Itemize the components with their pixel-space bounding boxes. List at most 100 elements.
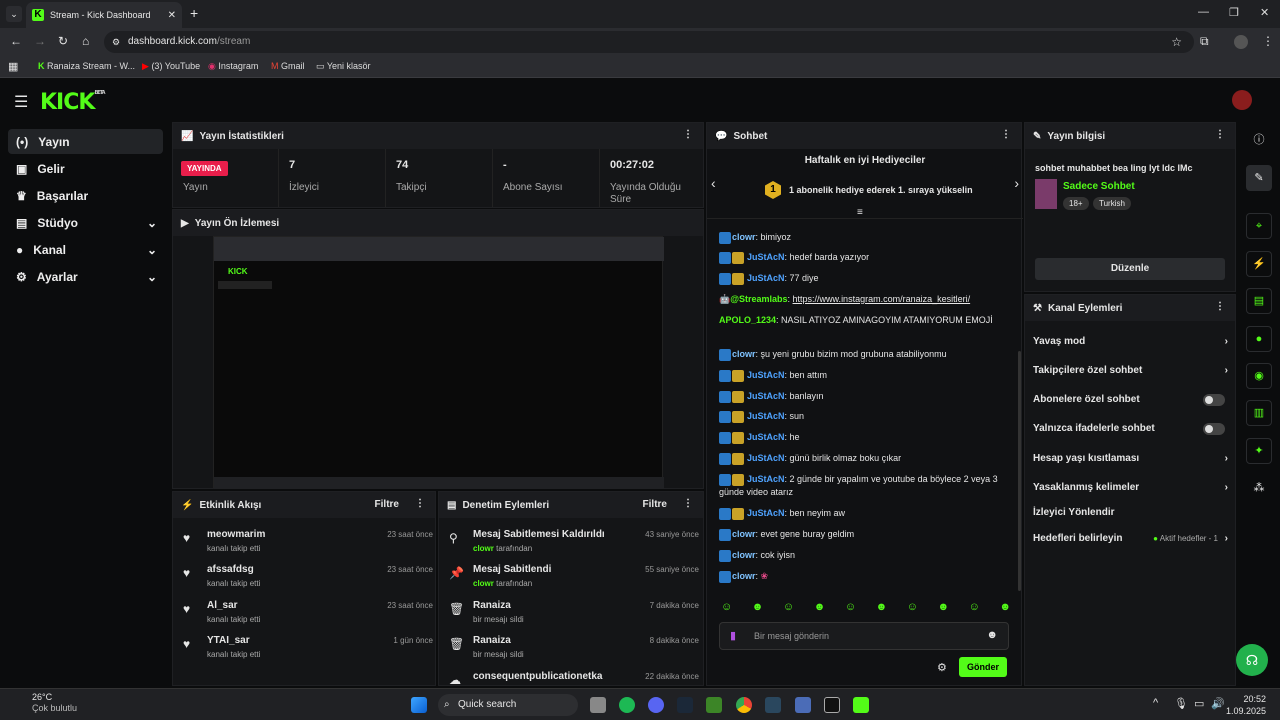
kick-logo[interactable]: KICKBETA [40,90,106,115]
hamburger-menu-icon[interactable]: ☰ [14,92,28,112]
app-icon[interactable] [795,697,811,713]
microphone-icon[interactable]: ▮ [730,629,736,642]
category-name[interactable]: Sadece Sohbet [1063,181,1135,192]
send-button[interactable]: Gönder [959,657,1008,677]
subscribers-only-toggle[interactable] [1203,394,1225,406]
file-explorer-icon[interactable] [590,697,606,713]
target-icon[interactable]: ⌖ [1246,213,1272,239]
emoji-picker-icon[interactable]: ☻ [986,629,998,641]
info-icon[interactable]: ⓘ [1246,128,1272,154]
more-icon[interactable]: ⋮ [1215,129,1225,140]
chat-scrollbar[interactable] [1018,351,1021,591]
windows-start-icon[interactable] [411,697,427,713]
action-goals[interactable]: Hedefleri belirleyin ● Aktif hedefler - 1… [1033,533,1228,544]
moderation-filter-button[interactable]: Filtre [643,499,667,510]
clock[interactable]: 20:52 1.09.2025 [1226,693,1266,717]
action-banned-words[interactable]: Yasaklanmış kelimeler › [1033,482,1228,493]
emote-icon[interactable]: ☺ [969,601,980,617]
emote-icon[interactable]: ☻ [876,601,888,617]
profile-avatar[interactable] [1234,35,1248,49]
volume-icon[interactable]: 🔊 [1211,697,1225,710]
home-icon[interactable]: ⌂ [82,34,89,48]
bookmark-youtube[interactable]: ▶ (3) YouTube [142,61,200,72]
action-raid[interactable]: İzleyici Yönlendir [1033,507,1228,518]
chat-link[interactable]: https://www.instagram.com/ranaiza_kesitl… [793,294,971,304]
kick-app-icon[interactable] [853,697,869,713]
more-icon[interactable]: ⋮ [415,498,425,509]
emote-icon[interactable]: ☻ [752,601,764,617]
sidebar-item-stream[interactable]: (•) Yayın [8,129,163,154]
chevron-right-icon[interactable]: › [1014,175,1019,191]
capcut-icon[interactable] [824,697,840,713]
discord-icon[interactable] [648,697,664,713]
group-icon[interactable]: ⁂ [1246,476,1272,502]
emote-icon[interactable]: ☺ [845,601,856,617]
sidebar-item-achievements[interactable]: ♛ Başarılar [8,183,163,208]
minecraft-icon[interactable] [706,697,722,713]
forward-icon[interactable]: → [34,34,46,48]
steam-icon[interactable] [677,697,693,713]
sidebar-item-channel[interactable]: ● Kanal ⌄ [8,237,163,262]
sidebar-item-settings[interactable]: ⚙ Ayarlar ⌄ [8,264,163,289]
layout-icon[interactable]: ▥ [1246,400,1272,426]
activity-filter-button[interactable]: Filtre [375,499,399,510]
chat-settings-icon[interactable]: ⚙ [937,661,947,674]
sidebar-item-studio[interactable]: ▤ Stüdyo ⌄ [8,210,163,235]
bookmark-ranaiza[interactable]: K Ranaiza Stream - W... [38,61,135,71]
sidebar-item-revenue[interactable]: ▣ Gelir [8,156,163,181]
close-tab-icon[interactable]: ✕ [168,10,176,21]
chat-input[interactable]: ▮ Bir mesaj gönderin ☻ [719,622,1009,650]
pencil-icon[interactable]: ✎ [1246,165,1272,191]
bookmark-instagram[interactable]: ◉ Instagram [208,61,258,72]
clipboard-icon[interactable]: ▤ [1246,288,1272,314]
bookmark-folder[interactable]: ▭ Yeni klasör [316,61,371,72]
new-tab-icon[interactable]: + [190,5,198,21]
weather-widget[interactable]: 26°C Çok bulutlu [12,692,77,714]
tray-chevron-icon[interactable]: ^ [1153,697,1158,709]
emote-icon[interactable]: ☻ [938,601,950,617]
more-icon[interactable]: ⋮ [1215,301,1225,312]
extensions-icon[interactable]: ⧉ [1200,34,1209,49]
filter-icon[interactable]: ≡ [857,207,863,218]
reload-icon[interactable]: ↻ [58,34,68,48]
more-icon[interactable]: ⋮ [1001,129,1011,140]
close-window-icon[interactable]: ✕ [1260,6,1269,19]
emotes-only-toggle[interactable] [1203,423,1225,435]
broadcast-icon[interactable]: ◉ [1246,363,1272,389]
edit-button[interactable]: Düzenle [1035,258,1225,280]
emote-icon[interactable]: ☺ [907,601,918,617]
chevron-left-icon[interactable]: ‹ [711,175,716,191]
chat-bubble-icon[interactable]: ● [1246,326,1272,352]
apps-grid-icon[interactable]: ▦ [8,60,18,73]
bolt-icon[interactable]: ⚡ [1246,251,1272,277]
site-info-icon[interactable]: ⚙ [112,31,120,53]
emote-icon[interactable]: ☺ [721,601,732,617]
tab-search-icon[interactable]: ⌄ [6,6,22,22]
emote-icon[interactable]: ☻ [999,601,1011,617]
chrome-icon[interactable] [736,697,752,713]
bookmark-star-icon[interactable]: ☆ [1171,31,1182,53]
more-icon[interactable]: ⋮ [683,498,693,509]
emote-icon[interactable]: ☺ [783,601,794,617]
back-icon[interactable]: ← [10,34,22,48]
preview-video[interactable]: KICK [213,236,664,489]
support-icon[interactable]: ☊ [1236,644,1268,676]
wrench-icon[interactable]: ✦ [1246,438,1272,464]
action-account-age[interactable]: Hesap yaşı kısıtlaması › [1033,453,1228,464]
url-field[interactable]: ⚙ dashboard.kick.com/stream ☆ [104,31,1194,53]
user-avatar[interactable] [1232,90,1252,110]
maximize-icon[interactable]: ❐ [1229,6,1239,19]
action-slow-mode[interactable]: Yavaş mod › [1033,336,1228,347]
microphone-icon[interactable]: 🎙 [1174,697,1188,710]
display-icon[interactable]: ▭ [1194,697,1204,710]
steam-icon[interactable] [765,697,781,713]
taskbar-search[interactable]: ⌕ Quick search [438,694,578,716]
emote-icon[interactable]: ☻ [814,601,826,617]
bookmark-gmail[interactable]: M Gmail [271,61,305,71]
spotify-icon[interactable] [619,697,635,713]
browser-tab[interactable]: K Stream - Kick Dashboard ✕ [26,2,182,28]
minimize-icon[interactable]: — [1198,6,1209,18]
browser-menu-icon[interactable]: ⋮ [1262,34,1274,48]
action-followers-only[interactable]: Takipçilere özel sohbet › [1033,365,1228,376]
more-icon[interactable]: ⋮ [683,129,693,140]
